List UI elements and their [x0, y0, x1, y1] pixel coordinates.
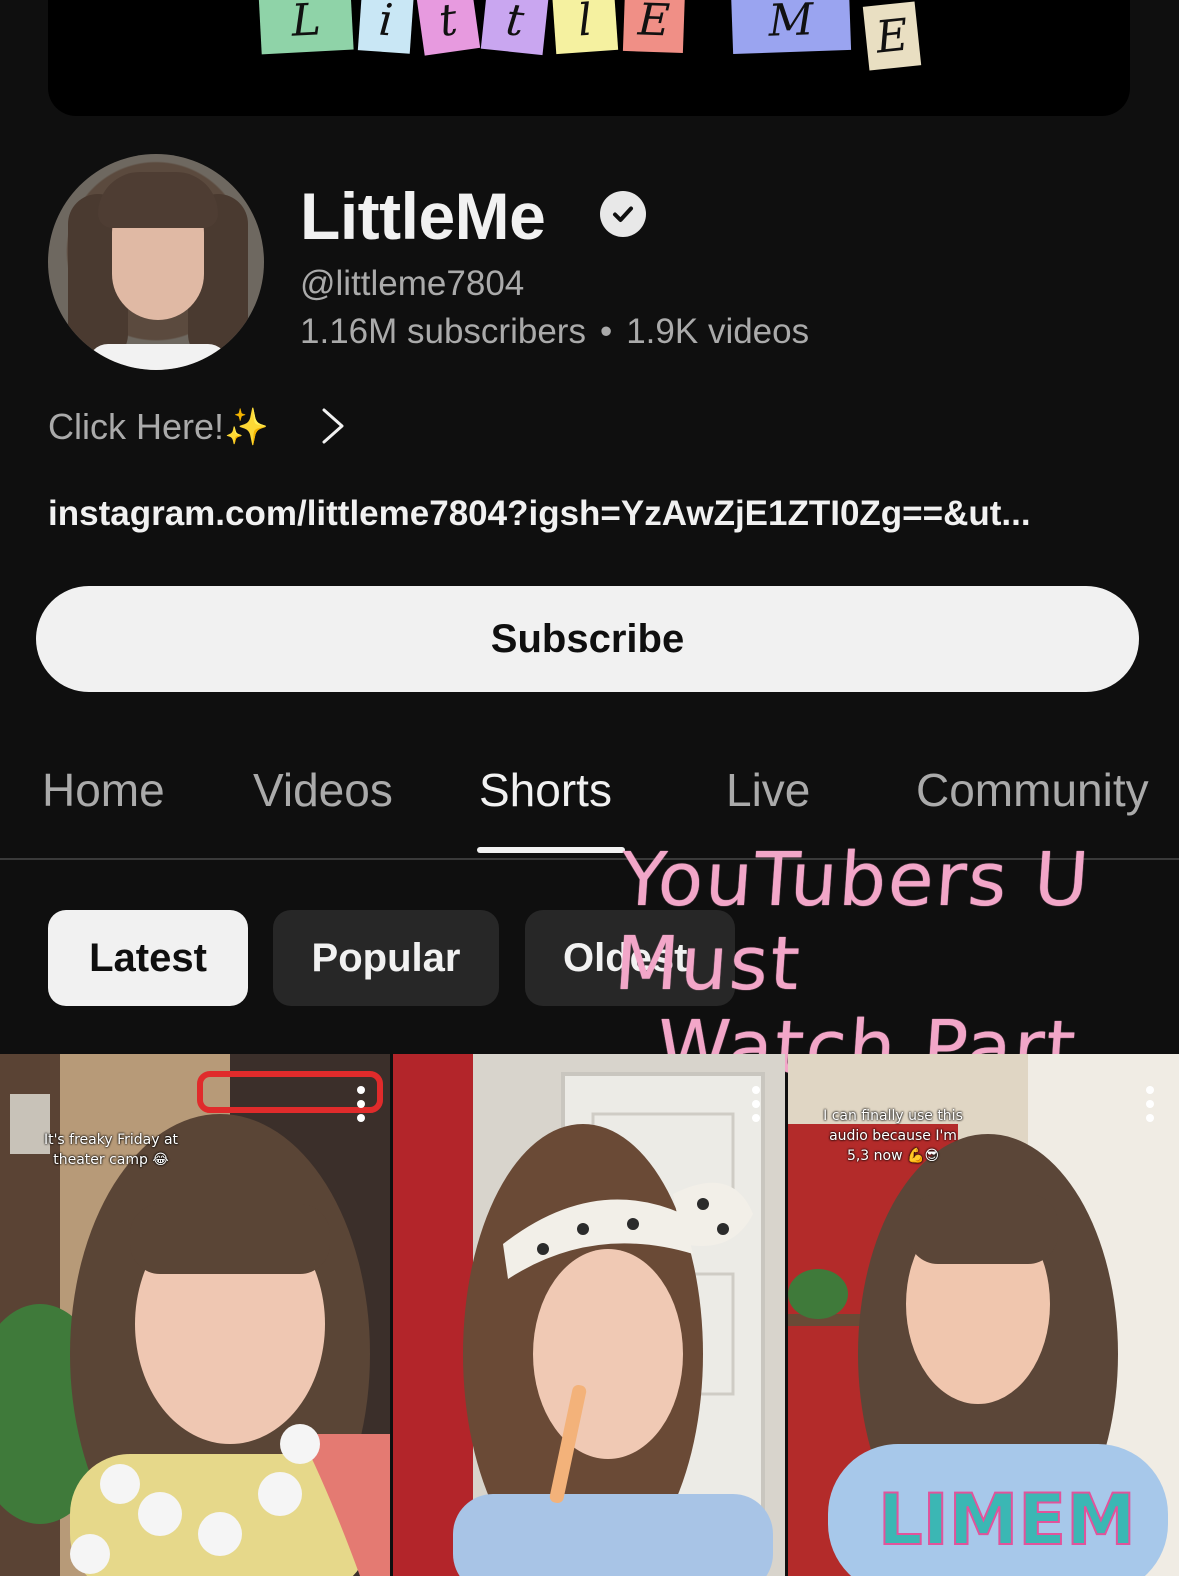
active-tab-indicator	[477, 847, 625, 853]
banner-letter: t	[415, 0, 481, 56]
verified-badge-icon	[600, 191, 646, 237]
banner-letter: E	[622, 0, 686, 54]
stats-separator: •	[599, 312, 613, 351]
tab-community[interactable]: Community	[916, 763, 1149, 817]
channel-avatar[interactable]	[48, 154, 264, 370]
short-caption: It's freaky Friday at theater camp 😂	[43, 1132, 179, 1168]
banner-letter: L	[258, 0, 354, 55]
chip-latest[interactable]: Latest	[48, 910, 248, 1006]
svg-text:LIMEM: LIMEM	[878, 1479, 1136, 1561]
short-thumbnail[interactable]: LIMEM I can finally use this audio becau…	[788, 1054, 1179, 1576]
channel-external-link[interactable]: instagram.com/littleme7804?igsh=YzAwZjE1…	[48, 494, 1031, 534]
short-thumbnail-image	[393, 1054, 785, 1576]
more-options-icon[interactable]	[356, 1086, 366, 1126]
tab-home[interactable]: Home	[42, 763, 165, 817]
banner-letter: M	[730, 0, 852, 55]
subscriber-count: 1.16M subscribers	[300, 312, 586, 351]
banner-letter: t	[480, 0, 550, 56]
channel-handle: @littleme7804	[300, 264, 525, 303]
banner-letter: i	[357, 0, 415, 54]
short-thumbnail[interactable]	[393, 1054, 785, 1576]
channel-description-link[interactable]: Click Here!✨	[48, 406, 269, 448]
more-options-icon[interactable]	[1145, 1086, 1155, 1126]
channel-stats: 1.16M subscribers • 1.9K videos	[300, 312, 809, 352]
short-caption: I can finally use this audio because I'm…	[823, 1108, 963, 1164]
video-count: 1.9K videos	[626, 312, 810, 351]
subscribe-button[interactable]: Subscribe	[36, 586, 1139, 692]
tab-live[interactable]: Live	[726, 763, 810, 817]
chevron-right-icon[interactable]	[318, 404, 348, 448]
banner-letter: l	[551, 0, 619, 55]
overlay-line-1: YouTubers U Must	[611, 837, 1094, 1007]
channel-banner[interactable]: L i t t l E M E	[48, 0, 1130, 116]
more-options-icon[interactable]	[751, 1086, 761, 1126]
tab-shorts[interactable]: Shorts	[479, 763, 612, 817]
channel-name: LittleMe	[300, 179, 546, 253]
short-thumbnail[interactable]: It's freaky Friday at theater camp 😂	[0, 1054, 390, 1576]
tab-videos[interactable]: Videos	[253, 763, 393, 817]
banner-letter: E	[862, 1, 922, 71]
chip-popular[interactable]: Popular	[273, 910, 499, 1006]
